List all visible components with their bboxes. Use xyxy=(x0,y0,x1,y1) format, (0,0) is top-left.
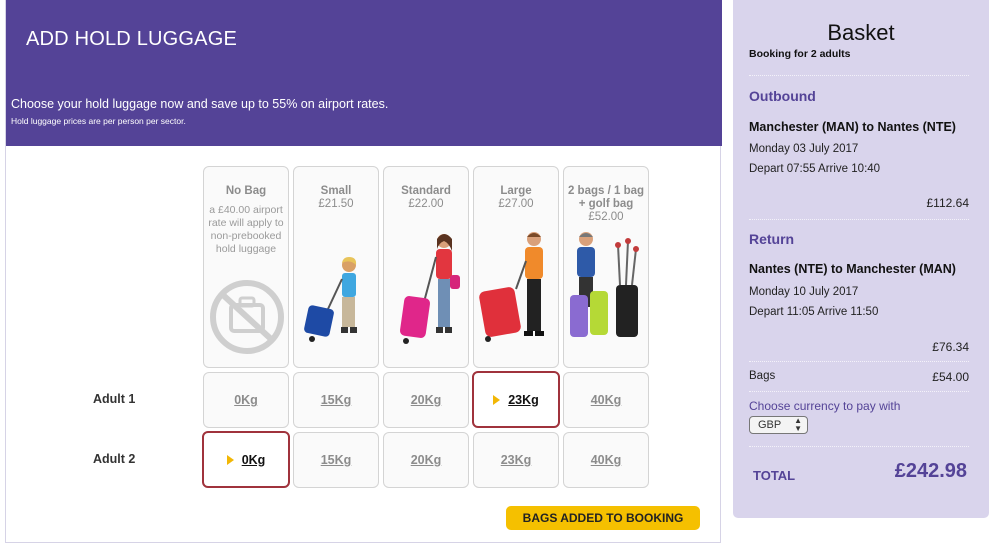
passenger-label: Adult 1 xyxy=(93,392,136,406)
bags-price: £54.00 xyxy=(932,370,969,384)
small-bag-traveller-icon xyxy=(304,257,357,342)
outbound-date: Monday 03 July 2017 xyxy=(749,143,859,155)
option-standard: Standard £22.00 xyxy=(383,166,469,368)
return-heading: Return xyxy=(749,231,795,247)
adult2-weight-40kg[interactable]: 40Kg xyxy=(563,432,649,488)
currency-label: Choose currency to pay with xyxy=(749,399,901,413)
banner-subtitle: Choose your hold luggage now and save up… xyxy=(11,97,389,111)
adult1-weight-20kg[interactable]: 20Kg xyxy=(383,372,469,428)
weight-label: 23Kg xyxy=(508,392,539,407)
outbound-heading: Outbound xyxy=(749,88,816,104)
weight-label: 20Kg xyxy=(410,453,442,467)
return-times: Depart 11:05 Arrive 11:50 xyxy=(749,306,879,318)
bags-added-button[interactable]: BAGS ADDED TO BOOKING xyxy=(506,506,700,530)
divider xyxy=(749,219,969,220)
adult2-weight-15kg[interactable]: 15Kg xyxy=(293,432,379,488)
option-name: Large xyxy=(500,185,532,197)
basket-panel: Basket Booking for 2 adults Outbound Man… xyxy=(733,0,989,518)
option-price: £22.00 xyxy=(408,198,444,210)
selected-arrow-icon xyxy=(493,394,501,405)
outbound-times: Depart 07:55 Arrive 10:40 xyxy=(749,163,881,175)
option-price: £27.00 xyxy=(498,198,534,210)
adult2-weight-20kg[interactable]: 20Kg xyxy=(383,432,469,488)
total-value: £242.98 xyxy=(894,460,967,482)
adult2-weight-23kg[interactable]: 23Kg xyxy=(473,432,559,488)
booking-for: Booking for 2 adults xyxy=(749,48,851,60)
bags-label: Bags xyxy=(749,370,776,382)
adult1-weight-40kg[interactable]: 40Kg xyxy=(563,372,649,428)
no-bag-icon xyxy=(210,280,284,354)
adult1-weight-15kg[interactable]: 15Kg xyxy=(293,372,379,428)
option-price: £21.50 xyxy=(318,198,354,210)
basket-title: Basket xyxy=(827,20,895,45)
weight-label: 40Kg xyxy=(590,453,622,467)
option-price: £52.00 xyxy=(588,211,624,223)
divider xyxy=(749,75,969,76)
option-name: Small xyxy=(320,185,352,197)
luggage-banner: ADD HOLD LUGGAGE Choose your hold luggag… xyxy=(6,0,722,146)
return-route: Nantes (NTE) to Manchester (MAN) xyxy=(749,262,956,276)
option-name: No Bag xyxy=(225,185,267,197)
option-large: Large £27.00 xyxy=(473,166,559,368)
adult1-weight-23kg[interactable]: 23Kg xyxy=(472,371,560,428)
adult1-weight-0kg[interactable]: 0Kg xyxy=(203,372,289,428)
standard-bag-traveller-icon xyxy=(399,234,460,344)
selected-arrow-icon xyxy=(226,454,234,465)
large-bag-traveller-icon xyxy=(479,232,544,342)
weight-label: 40Kg xyxy=(590,393,622,407)
page: ADD HOLD LUGGAGE Choose your hold luggag… xyxy=(0,0,997,550)
currency-value: GBP xyxy=(758,419,782,431)
adult2-weight-0kg[interactable]: 0Kg xyxy=(202,431,290,488)
option-name: 2 bags / 1 bag + golf bag xyxy=(567,185,645,210)
divider xyxy=(749,361,969,362)
weight-label: 0Kg xyxy=(241,452,266,467)
option-note: a £40.00 airport rate will apply to non-… xyxy=(208,204,284,255)
return-price: £76.34 xyxy=(932,340,969,354)
option-no-bag: No Bag a £40.00 airport rate will apply … xyxy=(203,166,289,368)
outbound-price: £112.64 xyxy=(926,196,970,210)
option-small: Small £21.50 xyxy=(293,166,379,368)
return-date: Monday 10 July 2017 xyxy=(749,286,859,298)
weight-label: 23Kg xyxy=(500,453,532,467)
two-bags-golf-traveller-icon xyxy=(570,232,639,337)
divider xyxy=(749,446,969,447)
weight-label: 15Kg xyxy=(320,393,352,407)
select-arrows-icon: ▲ ▼ xyxy=(794,416,802,433)
divider xyxy=(749,391,969,392)
total-label: TOTAL xyxy=(753,468,796,483)
page-title: ADD HOLD LUGGAGE xyxy=(26,28,238,50)
option-name: Standard xyxy=(401,185,451,197)
weight-label: 15Kg xyxy=(320,453,352,467)
luggage-panel: ADD HOLD LUGGAGE Choose your hold luggag… xyxy=(5,0,722,543)
banner-note: Hold luggage prices are per person per s… xyxy=(11,116,186,126)
option-two-bags-golf: 2 bags / 1 bag + golf bag £52.00 xyxy=(563,166,649,368)
weight-label: 0Kg xyxy=(234,393,258,407)
passenger-label: Adult 2 xyxy=(93,452,136,466)
currency-select[interactable]: GBP ▲ ▼ xyxy=(749,416,808,434)
outbound-route: Manchester (MAN) to Nantes (NTE) xyxy=(749,120,956,134)
weight-label: 20Kg xyxy=(410,393,442,407)
